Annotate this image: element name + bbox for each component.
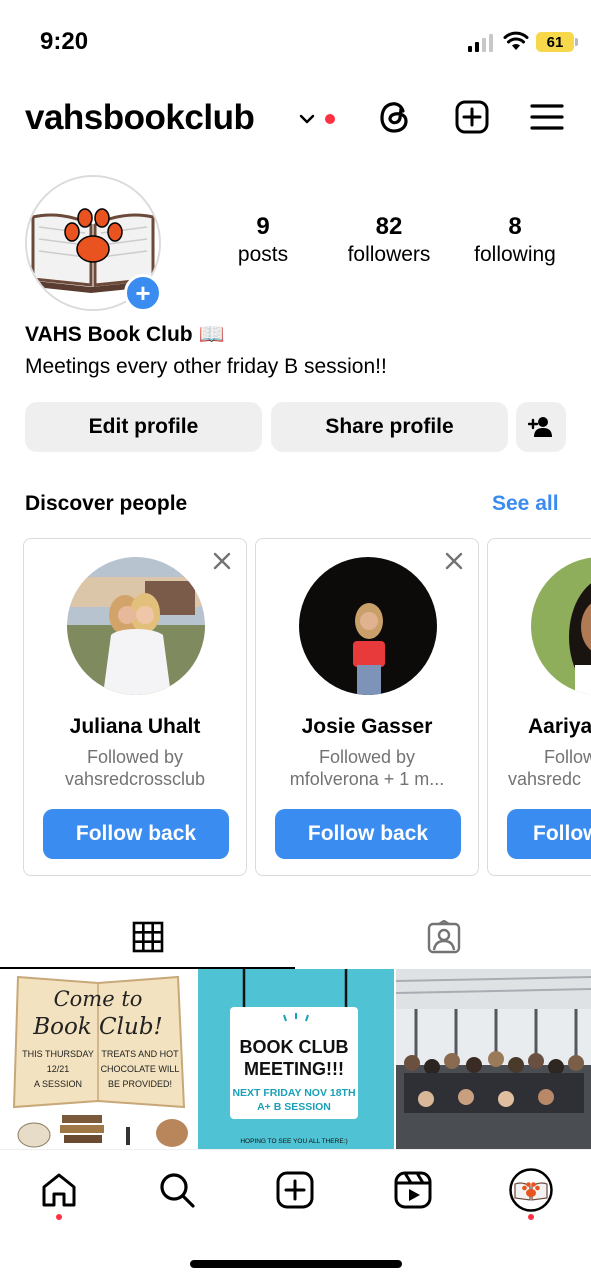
following-count[interactable]: 8 following (462, 213, 568, 267)
bottom-navigation (0, 1149, 591, 1280)
notification-dot (325, 114, 335, 124)
suggestion-card[interactable]: Josie Gasser Followed by mfolverona + 1 … (255, 538, 479, 876)
hamburger-menu-icon[interactable] (529, 98, 565, 136)
grid-icon (132, 921, 163, 953)
suggestion-context: Followed by vahsredcrossclub (64, 747, 206, 789)
suggestion-name: Josie Gasser (301, 715, 433, 738)
svg-text:NEXT FRIDAY NOV 18TH: NEXT FRIDAY NOV 18TH (232, 1087, 355, 1099)
profile-tabs (0, 905, 591, 969)
nav-profile[interactable] (509, 1168, 553, 1212)
post-text: BOOK CLUB (240, 1037, 349, 1057)
battery-indicator: 61 (536, 32, 578, 52)
avatar (509, 1168, 553, 1212)
search-icon (160, 1173, 195, 1208)
discover-people-title: Discover people (25, 492, 188, 515)
share-profile-button[interactable]: Share profile (271, 402, 508, 452)
chevron-down-icon[interactable] (298, 112, 316, 126)
avatar[interactable] (67, 557, 205, 695)
tab-posts-grid[interactable] (0, 905, 295, 969)
nav-create[interactable] (273, 1168, 317, 1212)
threads-icon[interactable] (377, 98, 413, 136)
svg-text:BE PROVIDED!: BE PROVIDED! (108, 1079, 172, 1089)
suggestions-carousel[interactable]: Juliana Uhalt Followed by vahsredcrosscl… (23, 538, 591, 878)
see-all-link[interactable]: See all (492, 492, 559, 516)
svg-text:A+ B SESSION: A+ B SESSION (257, 1101, 331, 1113)
post-tile[interactable]: BOOK CLUB MEETING!!! NEXT FRIDAY NOV 18T… (198, 969, 394, 1149)
plus-square-icon[interactable] (454, 98, 490, 136)
follow-button[interactable]: Follow (507, 809, 591, 859)
tab-tagged[interactable] (296, 905, 591, 969)
svg-text:12/21: 12/21 (47, 1064, 70, 1074)
close-icon[interactable] (212, 551, 232, 571)
suggestion-card[interactable]: Aariya Follow vahsredc Follow (487, 538, 591, 876)
account-switcher[interactable]: vahsbookclub (25, 98, 255, 138)
suggestion-name: Juliana Uhalt (69, 715, 201, 738)
suggestion-card[interactable]: Juliana Uhalt Followed by vahsredcrosscl… (23, 538, 247, 876)
discover-people-button[interactable] (516, 402, 566, 452)
post-tile[interactable] (396, 969, 591, 1149)
reels-icon (394, 1171, 432, 1209)
home-icon (42, 1173, 76, 1207)
post-text: Come to (54, 987, 143, 1011)
display-name: VAHS Book Club 📖 (25, 323, 225, 346)
add-person-icon (528, 417, 552, 437)
profile-header: vahsbookclub (0, 90, 591, 150)
svg-text:MEETING!!!: MEETING!!! (244, 1059, 344, 1079)
avatar[interactable] (531, 557, 591, 695)
suggestion-name: Aariya (528, 715, 591, 738)
suggestion-context: Follow vahsredc (508, 747, 591, 789)
nav-home[interactable] (37, 1168, 81, 1212)
plus-square-icon (276, 1171, 314, 1209)
status-time: 9:20 (40, 28, 89, 55)
posts-grid: Come to Book Club! THIS THURSDAY 12/21 A… (0, 969, 591, 1149)
close-icon[interactable] (444, 551, 464, 571)
cellular-signal-icon (468, 34, 493, 52)
follow-back-button[interactable]: Follow back (275, 809, 461, 859)
svg-text:CHOCOLATE WILL: CHOCOLATE WILL (101, 1064, 180, 1074)
svg-text:A SESSION: A SESSION (34, 1079, 82, 1089)
edit-profile-button[interactable]: Edit profile (25, 402, 262, 452)
notification-dot (528, 1214, 534, 1220)
avatar[interactable] (299, 557, 437, 695)
followers-count[interactable]: 82 followers (334, 213, 444, 267)
nav-search[interactable] (155, 1168, 199, 1212)
status-bar: 9:20 61 (0, 0, 591, 86)
svg-text:THIS THURSDAY: THIS THURSDAY (22, 1049, 94, 1059)
profile-bio: Meetings every other friday B session!! (25, 355, 387, 378)
tagged-icon (427, 920, 460, 954)
post-tile[interactable]: Come to Book Club! THIS THURSDAY 12/21 A… (0, 969, 196, 1149)
suggestion-context: Followed by mfolverona + 1 m... (289, 747, 445, 789)
nav-reels[interactable] (391, 1168, 435, 1212)
svg-text:TREATS AND HOT: TREATS AND HOT (101, 1049, 179, 1059)
follow-back-button[interactable]: Follow back (43, 809, 229, 859)
posts-count[interactable]: 9 posts (230, 213, 296, 267)
wifi-icon (503, 31, 529, 50)
notification-dot (56, 1214, 62, 1220)
svg-text:HOPING TO SEE YOU ALL THERE:): HOPING TO SEE YOU ALL THERE:) (240, 1138, 347, 1145)
home-indicator (190, 1260, 402, 1268)
post-text: Book Club! (32, 1014, 163, 1040)
add-story-button[interactable]: + (124, 274, 162, 312)
